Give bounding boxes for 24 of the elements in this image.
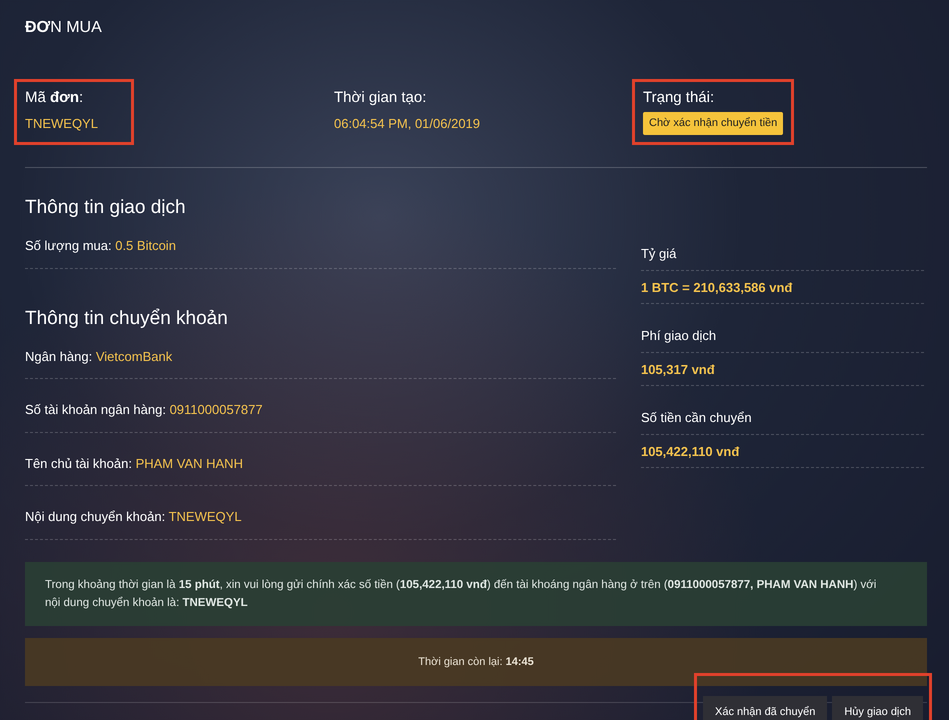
- field-text: Ngân hàng: VietcomBank: [25, 348, 172, 364]
- status-badge: Chờ xác nhận chuyển tiền: [643, 112, 784, 134]
- field-label: Phí giao dịch: [640, 328, 716, 343]
- field-label: Số tiền cần chuyển: [640, 410, 752, 425]
- field-text: Tên chủ tài khoản: PHAM VAN HANH: [25, 456, 243, 470]
- section-title: Thông tin giao dịch: [25, 196, 187, 220]
- field-label: Trạng thái:: [643, 88, 716, 108]
- field-label: Mã đơn:: [25, 88, 84, 108]
- action-button[interactable]: Xác nhận đã chuyển: [703, 696, 828, 720]
- field-text: Số lượng mua: 0.5 Bitcoin: [25, 238, 176, 253]
- action-button[interactable]: Hủy giao dịch: [832, 696, 923, 720]
- field-label: Tỷ giá: [640, 246, 676, 261]
- field-value: 105,317 vnđ: [640, 362, 715, 376]
- field-text: Nội dung chuyển khoản: TNEWEQYL: [25, 509, 242, 524]
- notice-panel: Trong khoảng thời gian là 15 phút, xin vui lòng gửi chính xác số tiền (105,422,110 vnđ) đến tài khoáng ngân hàng ở trên (0911000057877, PHAM VAN HANH) với nội dung chuyển khoản là: TNEWEQYL: [25, 562, 927, 626]
- field-value: TNEWEQYL: [25, 115, 99, 133]
- field-text: Số tài khoản ngân hàng: 0911000057877: [25, 402, 263, 417]
- countdown-panel: Thời gian còn lại: 14:45: [25, 638, 927, 686]
- field-value: 105,422,110 vnđ: [640, 444, 740, 458]
- field-value: 06:04:54 PM, 01/06/2019: [334, 115, 480, 133]
- section-title: Thông tin chuyển khoản: [25, 306, 229, 330]
- page-title: ĐƠN MUA: [25, 18, 103, 38]
- field-value: 1 BTC = 210,633,586 vnđ: [640, 280, 792, 294]
- field-label: Thời gian tạo:: [334, 88, 428, 108]
